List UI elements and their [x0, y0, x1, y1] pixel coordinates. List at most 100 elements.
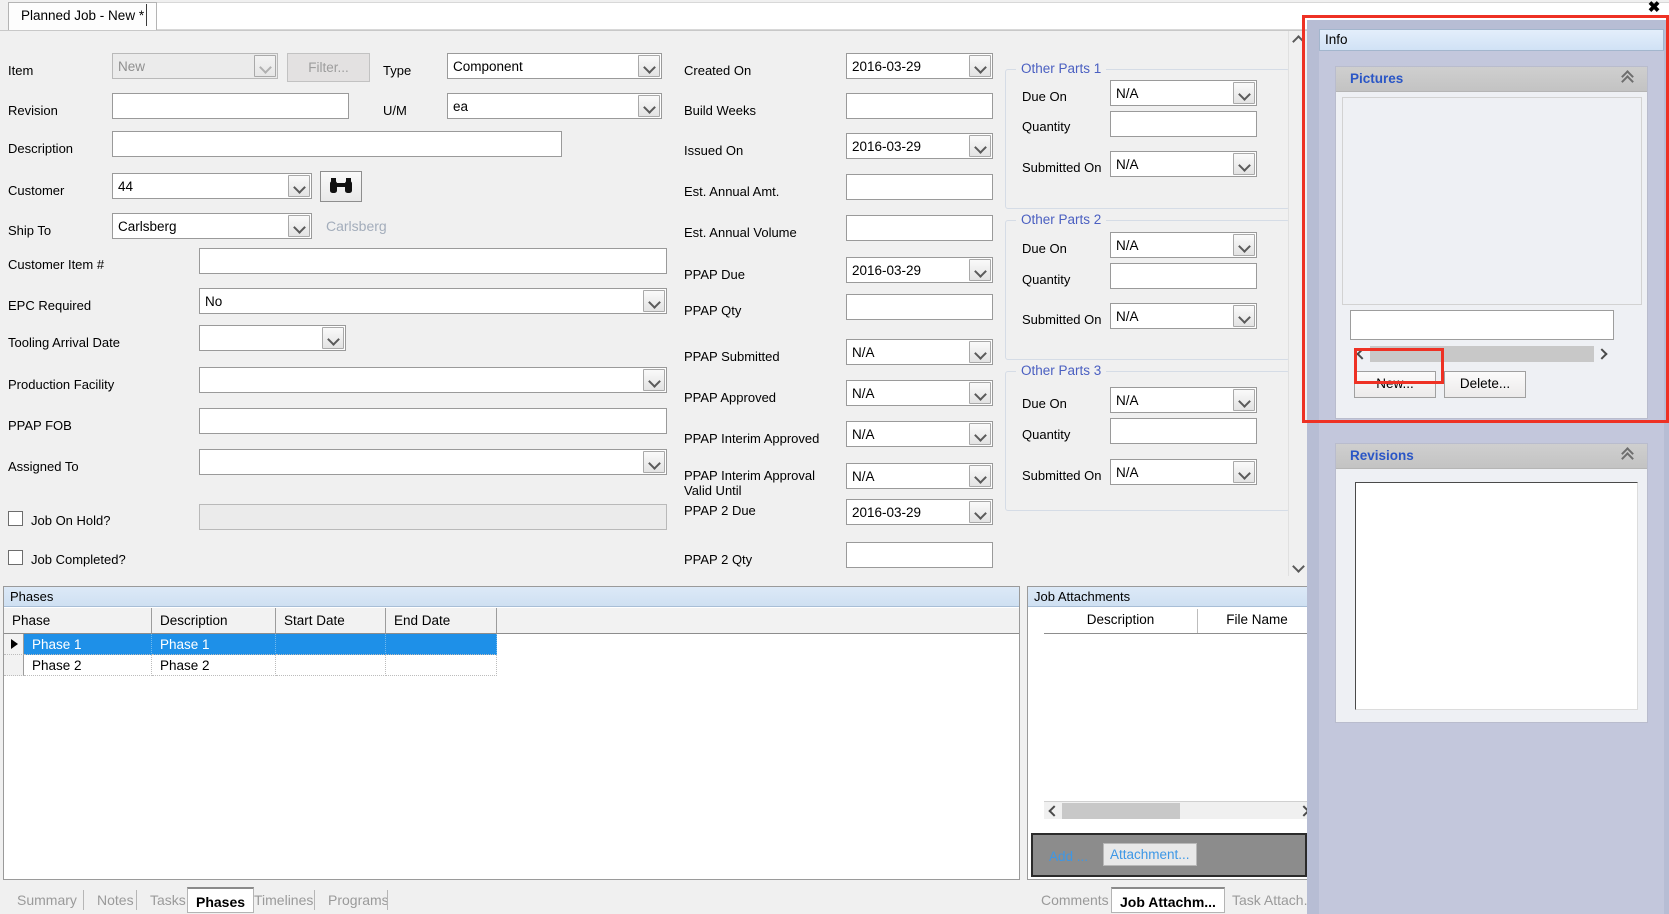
phases-col-start-date[interactable]: Start Date	[276, 608, 386, 633]
add-button[interactable]: Add ...	[1049, 849, 1088, 864]
job-on-hold-checkbox[interactable]	[8, 511, 23, 526]
op1-submitted-on-combo[interactable]: N/A	[1110, 151, 1257, 177]
scroll-left-icon[interactable]	[1352, 345, 1369, 362]
new-picture-button[interactable]: New...	[1354, 371, 1436, 398]
op3-submitted-on-combo[interactable]: N/A	[1110, 459, 1257, 485]
chevron-down-icon[interactable]	[254, 55, 276, 77]
chevron-down-icon[interactable]	[969, 341, 991, 363]
ship-to-combo[interactable]: Carlsberg	[112, 213, 312, 239]
created-on-combo[interactable]: 2016-03-29	[846, 53, 993, 79]
assigned-to-combo[interactable]	[199, 449, 667, 475]
build-weeks-input[interactable]	[846, 93, 993, 119]
op1-due-on-combo[interactable]: N/A	[1110, 80, 1257, 106]
op3-quantity-input[interactable]	[1110, 418, 1257, 444]
op2-quantity-input[interactable]	[1110, 263, 1257, 289]
um-combo[interactable]: ea	[447, 93, 662, 119]
chevron-down-icon[interactable]	[1233, 153, 1255, 175]
chevron-down-icon[interactable]	[643, 290, 665, 312]
form-vertical-scrollbar[interactable]	[1288, 31, 1307, 576]
revisions-list[interactable]	[1355, 482, 1638, 710]
jatt-col-description[interactable]: Description	[1044, 609, 1198, 633]
picture-preview-area[interactable]	[1342, 97, 1642, 305]
chevron-double-up-icon[interactable]	[1621, 72, 1637, 88]
delete-picture-button[interactable]: Delete...	[1444, 371, 1526, 398]
job-attachments-hscrollbar[interactable]	[1044, 801, 1314, 819]
table-row[interactable]: Phase 1 Phase 1	[4, 634, 497, 655]
customer-combo[interactable]: 44	[112, 173, 312, 199]
ppap-fob-input[interactable]	[199, 408, 667, 434]
ppap-submitted-combo[interactable]: N/A	[846, 339, 993, 365]
scroll-down-icon[interactable]	[1289, 558, 1307, 576]
picture-name-input[interactable]	[1350, 310, 1614, 340]
hscroll-thumb[interactable]	[1062, 803, 1180, 819]
chevron-down-icon[interactable]	[969, 135, 991, 157]
phases-col-description[interactable]: Description	[152, 608, 276, 633]
attachment-button[interactable]: Attachment...	[1103, 843, 1197, 866]
tab-notes[interactable]: Notes	[89, 887, 142, 913]
scroll-up-icon[interactable]	[1289, 31, 1307, 49]
item-combo[interactable]: New	[112, 53, 278, 79]
chevron-down-icon[interactable]	[969, 501, 991, 523]
op3-due-on-combo[interactable]: N/A	[1110, 387, 1257, 413]
chevron-down-icon[interactable]	[969, 382, 991, 404]
ppap-due-combo[interactable]: 2016-03-29	[846, 257, 993, 283]
scroll-left-icon[interactable]	[1044, 802, 1061, 819]
ppap-2-qty-input[interactable]	[846, 542, 993, 568]
type-combo[interactable]: Component	[447, 53, 662, 79]
op2-submitted-on-combo[interactable]: N/A	[1110, 303, 1257, 329]
scroll-thumb[interactable]	[1290, 49, 1307, 504]
phases-col-end-date[interactable]: End Date	[386, 608, 497, 633]
chevron-down-icon[interactable]	[1233, 234, 1255, 256]
op2-due-on-combo[interactable]: N/A	[1110, 232, 1257, 258]
production-facility-combo[interactable]	[199, 367, 667, 393]
chevron-double-up-icon[interactable]	[1621, 449, 1637, 465]
chevron-down-icon[interactable]	[643, 369, 665, 391]
chevron-down-icon[interactable]	[1233, 82, 1255, 104]
ppap-qty-input[interactable]	[846, 294, 993, 320]
filter-button[interactable]: Filter...	[287, 53, 370, 82]
description-input[interactable]	[112, 131, 562, 157]
ppap-interim-valid-until-combo[interactable]: N/A	[846, 463, 993, 489]
chevron-down-icon[interactable]	[638, 95, 660, 117]
row-selector[interactable]	[4, 655, 24, 676]
est-annual-volume-input[interactable]	[846, 215, 993, 241]
close-icon[interactable]: ✖	[1644, 0, 1664, 19]
hscroll-thumb[interactable]	[1370, 346, 1594, 362]
chevron-down-icon[interactable]	[969, 55, 991, 77]
tab-programs[interactable]: Programs	[320, 887, 397, 913]
pictures-section-header[interactable]: Pictures	[1336, 67, 1647, 92]
chevron-down-icon[interactable]	[1233, 389, 1255, 411]
tab-timelines[interactable]: Timelines	[246, 887, 321, 913]
chevron-down-icon[interactable]	[969, 259, 991, 281]
scroll-right-icon[interactable]	[1595, 345, 1612, 362]
revision-input[interactable]	[112, 93, 349, 119]
tooling-arrival-date-combo[interactable]	[199, 325, 346, 351]
chevron-down-icon[interactable]	[638, 55, 660, 77]
chevron-down-icon[interactable]	[288, 175, 310, 197]
tab-summary[interactable]: Summary	[9, 887, 85, 913]
ppap-interim-approved-combo[interactable]: N/A	[846, 421, 993, 447]
phases-col-phase[interactable]: Phase	[4, 608, 152, 633]
epc-required-combo[interactable]: No	[199, 288, 667, 314]
revisions-section-header[interactable]: Revisions	[1336, 444, 1647, 469]
chevron-down-icon[interactable]	[1233, 461, 1255, 483]
customer-lookup-button[interactable]	[320, 171, 362, 202]
pictures-hscrollbar[interactable]	[1352, 345, 1612, 363]
tab-comments[interactable]: Comments	[1033, 887, 1117, 913]
tab-job-attachments[interactable]: Job Attachm...	[1111, 887, 1225, 913]
chevron-down-icon[interactable]	[969, 465, 991, 487]
table-row[interactable]: Phase 2 Phase 2	[4, 655, 497, 676]
row-selector-icon[interactable]	[4, 634, 24, 655]
issued-on-combo[interactable]: 2016-03-29	[846, 133, 993, 159]
job-on-hold-reason-input[interactable]	[199, 504, 667, 530]
customer-item-no-input[interactable]	[199, 248, 667, 274]
tab-phases[interactable]: Phases	[187, 887, 255, 913]
chevron-down-icon[interactable]	[643, 451, 665, 473]
op1-quantity-input[interactable]	[1110, 111, 1257, 137]
ppap-2-due-combo[interactable]: 2016-03-29	[846, 499, 993, 525]
chevron-down-icon[interactable]	[322, 327, 344, 349]
chevron-down-icon[interactable]	[288, 215, 310, 237]
chevron-down-icon[interactable]	[1233, 305, 1255, 327]
ppap-approved-combo[interactable]: N/A	[846, 380, 993, 406]
jatt-col-file-name[interactable]: File Name	[1198, 609, 1316, 633]
